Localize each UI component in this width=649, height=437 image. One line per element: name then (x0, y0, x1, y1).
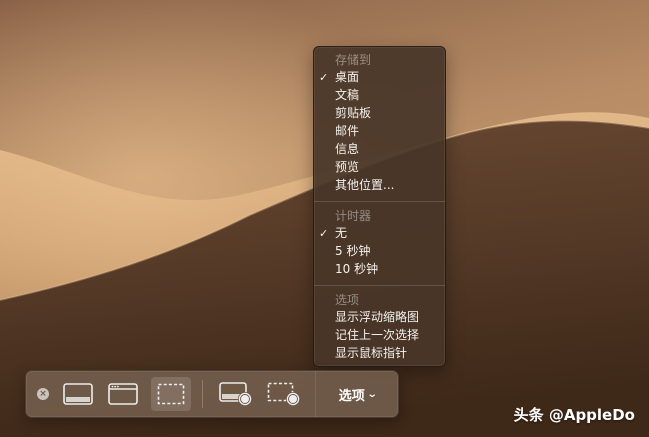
menu-separator (314, 285, 445, 286)
screen-icon (63, 383, 93, 405)
checkmark-icon: ✓ (319, 71, 329, 84)
capture-selected-portion-button[interactable] (151, 377, 191, 411)
menu-item-mail[interactable]: 邮件 (314, 123, 445, 140)
menu-item-label: 5 秒钟 (335, 244, 371, 258)
selection-record-icon (267, 382, 300, 406)
menu-item-show-mouse-pointer[interactable]: 显示鼠标指针 (314, 345, 445, 362)
menu-item-show-floating-thumbnail[interactable]: 显示浮动缩略图 (314, 309, 445, 326)
menu-item-label: 预览 (335, 160, 360, 174)
menu-item-documents[interactable]: 文稿 (314, 87, 445, 104)
menu-item-label: 文稿 (335, 88, 360, 102)
menu-item-label: 显示鼠标指针 (335, 346, 408, 360)
window-icon (108, 383, 138, 405)
screen-record-icon (219, 382, 252, 406)
menu-item-label: 剪贴板 (335, 106, 372, 120)
capture-selected-window-button[interactable] (104, 377, 142, 411)
menu-item-timer-10s[interactable]: 10 秒钟 (314, 261, 445, 278)
menu-header-options: 选项 (335, 293, 360, 307)
menu-item-label: 显示浮动缩略图 (335, 310, 420, 324)
menu-item-desktop[interactable]: ✓ 桌面 (314, 69, 445, 86)
menu-item-messages[interactable]: 信息 (314, 141, 445, 158)
menu-item-label: 无 (335, 226, 348, 240)
menu-item-label: 其他位置... (335, 178, 395, 192)
record-selected-portion-button[interactable] (264, 377, 304, 411)
menu-item-timer-5s[interactable]: 5 秒钟 (314, 243, 445, 260)
menu-item-preview[interactable]: 预览 (314, 159, 445, 176)
dashed-selection-icon (157, 383, 185, 405)
menu-item-label: 桌面 (335, 70, 360, 84)
screenshot-toolbar: × 选项 ⌄ (25, 370, 399, 418)
options-button[interactable]: 选项 ⌄ (315, 371, 399, 417)
menu-header-timer: 计时器 (335, 209, 372, 223)
menu-item-timer-none[interactable]: ✓ 无 (314, 225, 445, 242)
capture-entire-screen-button[interactable] (59, 377, 97, 411)
record-entire-screen-button[interactable] (216, 377, 256, 411)
menu-item-label: 信息 (335, 142, 360, 156)
menu-item-clipboard[interactable]: 剪贴板 (314, 105, 445, 122)
options-button-label: 选项 (338, 388, 365, 404)
menu-item-other-location[interactable]: 其他位置... (314, 177, 445, 194)
checkmark-icon: ✓ (319, 227, 329, 240)
options-menu: 存储到 ✓ 桌面 文稿 剪贴板 邮件 信息 预览 其他位置... 计时器 ✓ 无… (313, 46, 446, 367)
menu-item-label: 10 秒钟 (335, 262, 379, 276)
menu-item-remember-last-selection[interactable]: 记住上一次选择 (314, 327, 445, 344)
menu-item-label: 记住上一次选择 (335, 328, 420, 342)
watermark: 头条 @AppleDo (513, 406, 635, 424)
menu-item-label: 邮件 (335, 124, 360, 138)
close-button[interactable]: × (37, 388, 49, 400)
menu-separator (314, 201, 445, 202)
menu-header-save-to: 存储到 (335, 53, 372, 67)
toolbar-divider (202, 380, 203, 408)
chevron-down-icon: ⌄ (366, 388, 378, 400)
